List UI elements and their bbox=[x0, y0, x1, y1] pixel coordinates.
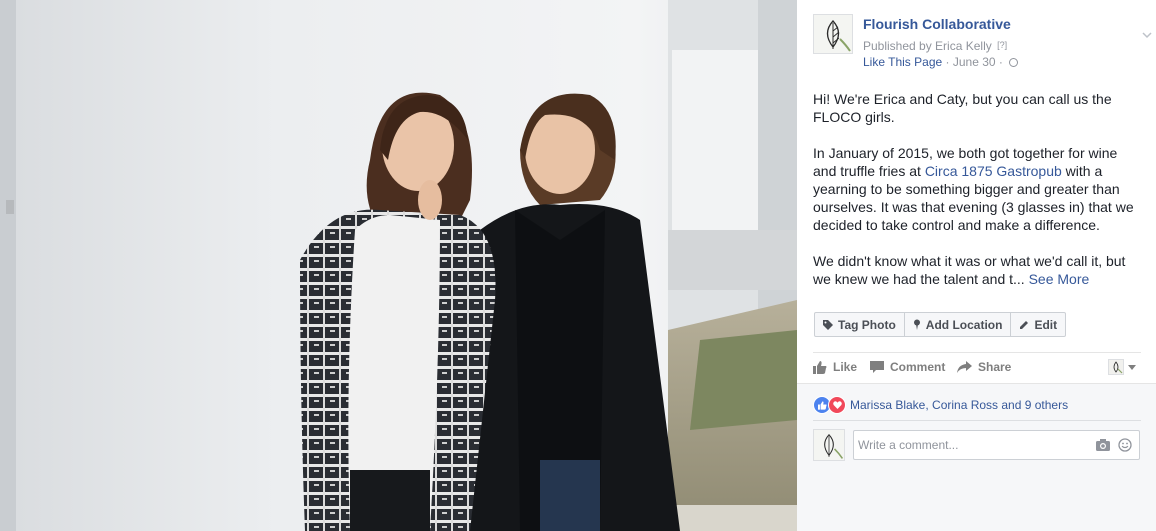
globe-icon[interactable] bbox=[1009, 58, 1019, 67]
post-header: Flourish Collaborative Published by Eric… bbox=[813, 14, 1152, 70]
post-paragraph-3: We didn't know what it was or what we'd … bbox=[813, 252, 1141, 288]
thumbs-up-icon bbox=[813, 360, 827, 374]
reactions-text[interactable]: Marissa Blake, Corina Ross and 9 others bbox=[850, 398, 1068, 412]
comment-input[interactable] bbox=[858, 438, 1088, 452]
like-label: Like bbox=[833, 360, 858, 374]
leaf-logo-icon bbox=[824, 433, 844, 459]
post-photo[interactable] bbox=[0, 0, 797, 531]
edit-button[interactable]: Edit bbox=[1011, 313, 1065, 336]
leaf-logo-icon bbox=[1113, 361, 1123, 374]
share-icon bbox=[957, 361, 972, 373]
leaf-logo-icon bbox=[826, 20, 851, 52]
like-page-link[interactable]: Like This Page bbox=[863, 55, 942, 69]
gastropub-link[interactable]: Circa 1875 Gastropub bbox=[925, 163, 1062, 179]
page-name-link[interactable]: Flourish Collaborative bbox=[863, 16, 1011, 32]
caret-down-icon bbox=[1128, 364, 1136, 370]
post-paragraph-1: Hi! We're Erica and Caty, but you can ca… bbox=[813, 91, 1112, 125]
thumbs-up-icon bbox=[817, 400, 827, 410]
page-mini-avatar bbox=[1108, 359, 1124, 375]
post-paragraph-2: In January of 2015, we both got together… bbox=[813, 144, 1141, 234]
chevron-down-icon[interactable] bbox=[1142, 30, 1152, 40]
published-by-hint[interactable]: [?] bbox=[997, 40, 1007, 50]
add-location-label: Add Location bbox=[925, 317, 1003, 332]
share-button[interactable]: Share bbox=[957, 360, 1011, 374]
photo-viewer: Flourish Collaborative Published by Eric… bbox=[0, 0, 1156, 531]
photo-image bbox=[0, 0, 797, 531]
smiley-icon[interactable] bbox=[1118, 438, 1132, 452]
edit-label: Edit bbox=[1034, 317, 1058, 332]
love-reaction-icon bbox=[828, 396, 846, 414]
meta-separator: · bbox=[945, 55, 950, 69]
location-pin-icon bbox=[913, 319, 920, 330]
comment-button[interactable]: Comment bbox=[870, 360, 945, 374]
post-as-selector[interactable] bbox=[1108, 359, 1136, 375]
share-label: Share bbox=[978, 360, 1012, 374]
post-date[interactable]: June 30 bbox=[953, 55, 996, 69]
tag-photo-label: Tag Photo bbox=[838, 317, 896, 332]
tag-icon bbox=[823, 319, 833, 330]
divider bbox=[813, 420, 1141, 421]
photo-actions: Tag Photo Add Location Edit bbox=[814, 312, 1067, 337]
add-location-button[interactable]: Add Location bbox=[905, 313, 1012, 336]
published-by-text: Published by Erica Kelly bbox=[863, 39, 992, 53]
page-avatar[interactable] bbox=[813, 14, 853, 54]
like-button[interactable]: Like bbox=[813, 360, 857, 374]
tag-photo-button[interactable]: Tag Photo bbox=[815, 313, 905, 336]
feedback-section: Marissa Blake, Corina Ross and 9 others bbox=[797, 383, 1156, 531]
dot-separator: · bbox=[998, 55, 1003, 69]
pencil-icon bbox=[1020, 320, 1029, 329]
action-bar: Like Comment Share bbox=[813, 358, 1143, 378]
post-message: Hi! We're Erica and Caty, but you can ca… bbox=[813, 90, 1141, 306]
comment-box[interactable] bbox=[853, 430, 1140, 460]
heart-icon bbox=[832, 401, 842, 409]
see-more-link[interactable]: See More bbox=[1029, 271, 1090, 287]
post-meta: Like This Page · June 30 · bbox=[863, 55, 1019, 69]
camera-icon[interactable] bbox=[1096, 439, 1110, 451]
reactions-summary[interactable]: Marissa Blake, Corina Ross and 9 others bbox=[813, 396, 1068, 414]
comment-icon bbox=[870, 360, 884, 373]
commenter-avatar bbox=[813, 429, 845, 461]
comment-label: Comment bbox=[890, 360, 946, 374]
published-by: Published by Erica Kelly [?] bbox=[863, 39, 1007, 53]
post-panel: Flourish Collaborative Published by Eric… bbox=[797, 0, 1156, 531]
divider bbox=[813, 352, 1141, 353]
